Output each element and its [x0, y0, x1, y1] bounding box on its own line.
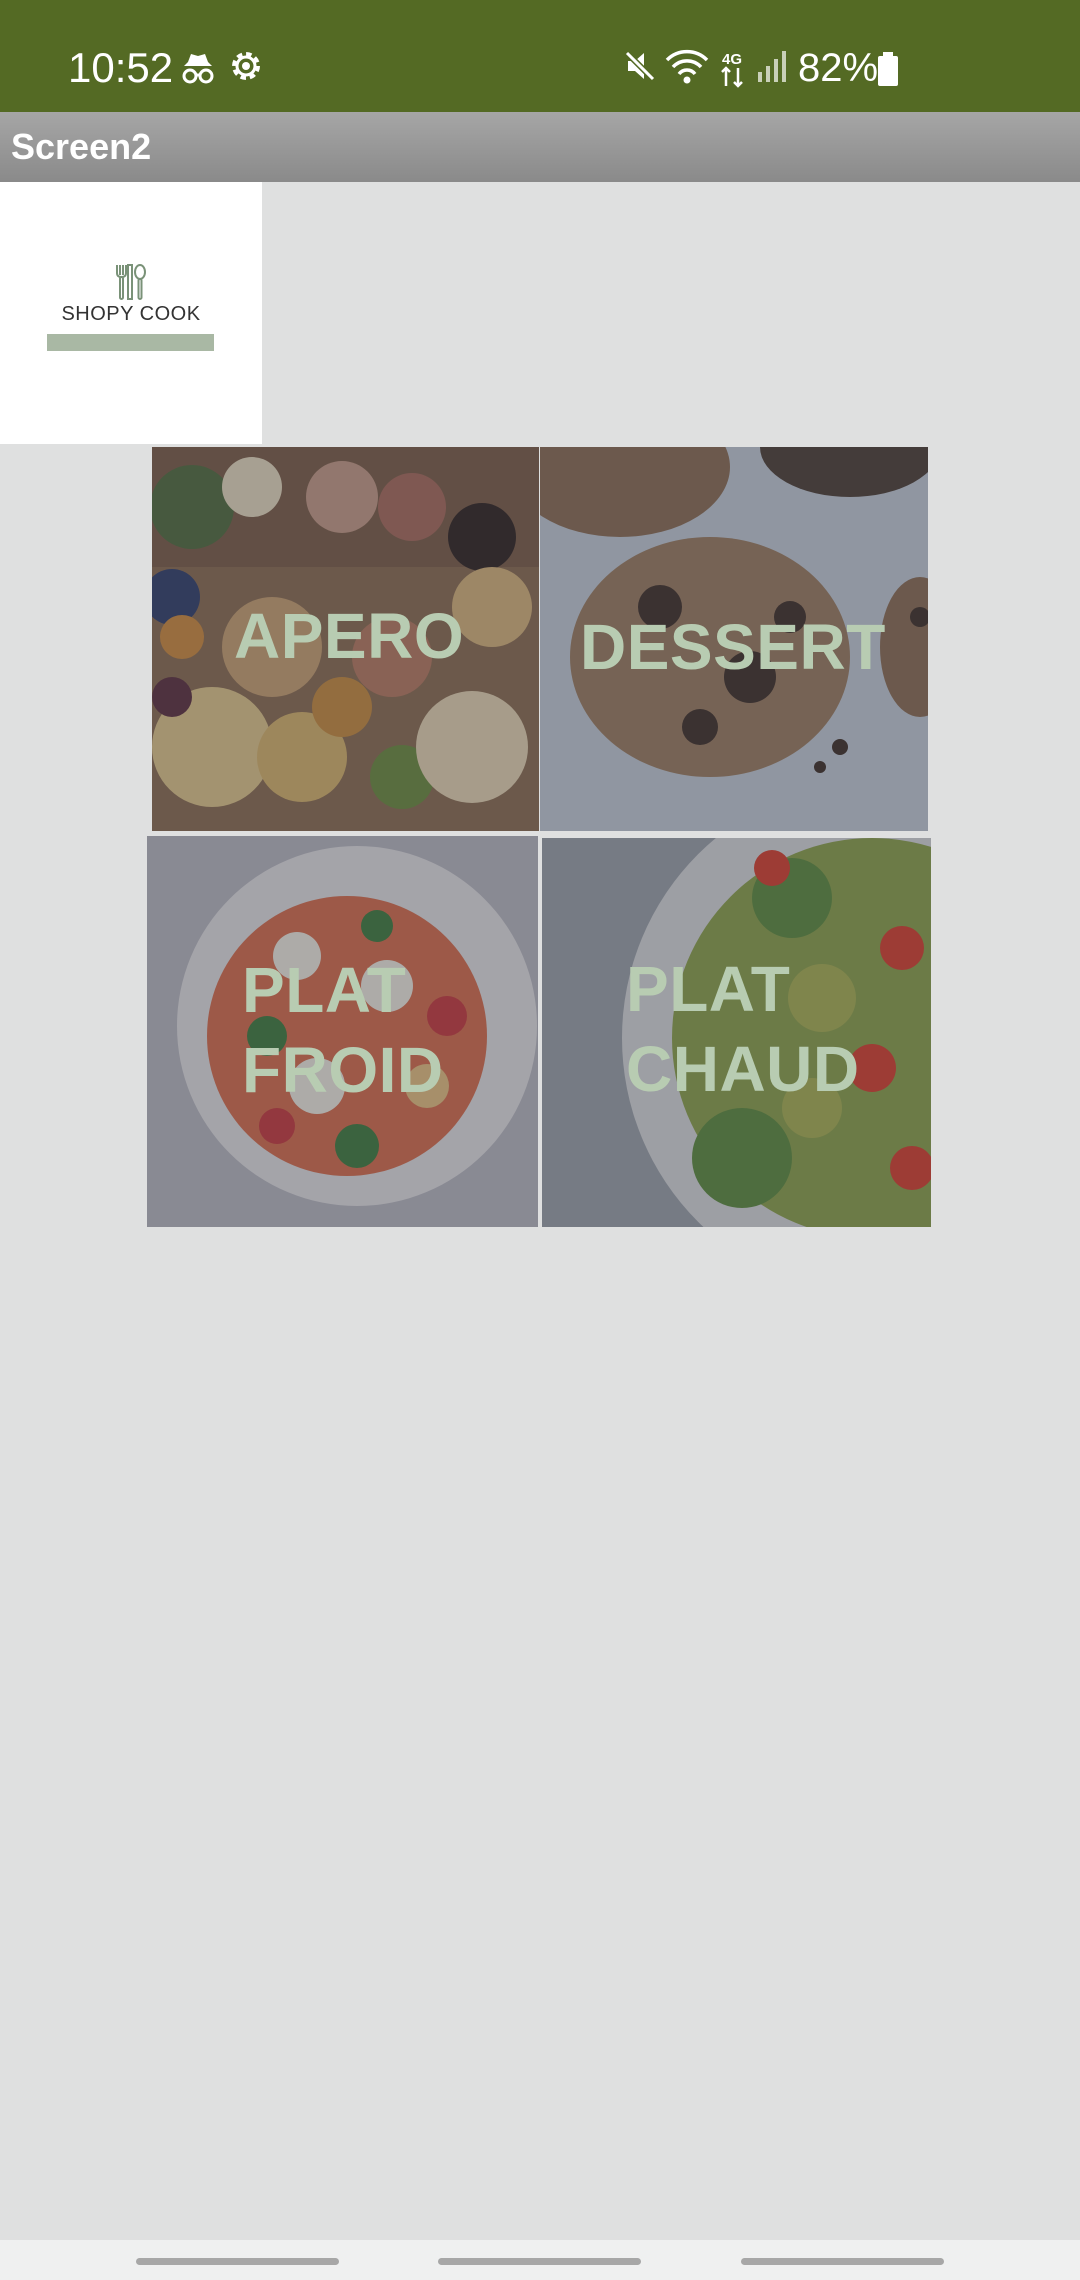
apero-label-line: APERO: [234, 600, 465, 672]
dessert-label: DESSERT: [580, 615, 886, 679]
dessert-label-line: DESSERT: [580, 611, 886, 683]
shopy-cook-logo: SHOPY COOK: [0, 182, 262, 444]
incognito-icon: [178, 48, 218, 93]
nav-back-button[interactable]: [741, 2258, 944, 2265]
plat-froid-label: PLAT FROID: [242, 958, 444, 1102]
plat-chaud-label-line-2: CHAUD: [626, 1033, 860, 1105]
logo-tagline-bar: [47, 334, 214, 351]
category-tile-dessert[interactable]: DESSERT: [540, 447, 928, 831]
status-bar: 10:52 4G 82%: [0, 0, 1080, 112]
network-type-label: 4G: [722, 51, 742, 68]
logo-brand-name: SHOPY COOK: [61, 303, 201, 325]
settings-gear-icon: [228, 48, 264, 89]
screen-title: Screen2: [11, 126, 152, 167]
signal-icon: [756, 48, 788, 89]
plat-froid-label-line-1: PLAT: [242, 954, 407, 1026]
battery-icon: [876, 52, 900, 91]
plat-chaud-label-line-1: PLAT: [626, 953, 791, 1025]
wifi-icon: [664, 48, 710, 93]
mute-icon: [622, 48, 658, 89]
nav-home-button[interactable]: [438, 2258, 641, 2265]
mobile-data-icon: 4G: [716, 50, 748, 93]
apero-label: APERO: [234, 604, 464, 668]
plat-froid-label-line-2: FROID: [242, 1034, 444, 1106]
cutlery-icon: [114, 264, 148, 305]
nav-recents-button[interactable]: [136, 2258, 339, 2265]
app-bar: Screen2: [0, 112, 1080, 182]
plat-chaud-label: PLAT CHAUD: [626, 957, 860, 1101]
navigation-bar: [0, 2240, 1080, 2280]
category-tile-apero[interactable]: APERO: [152, 447, 539, 831]
battery-percent: 82%: [798, 46, 879, 90]
status-time: 10:52: [68, 44, 174, 91]
category-tile-plat-froid[interactable]: PLAT FROID: [147, 836, 538, 1227]
category-tile-plat-chaud[interactable]: PLAT CHAUD: [542, 838, 931, 1227]
